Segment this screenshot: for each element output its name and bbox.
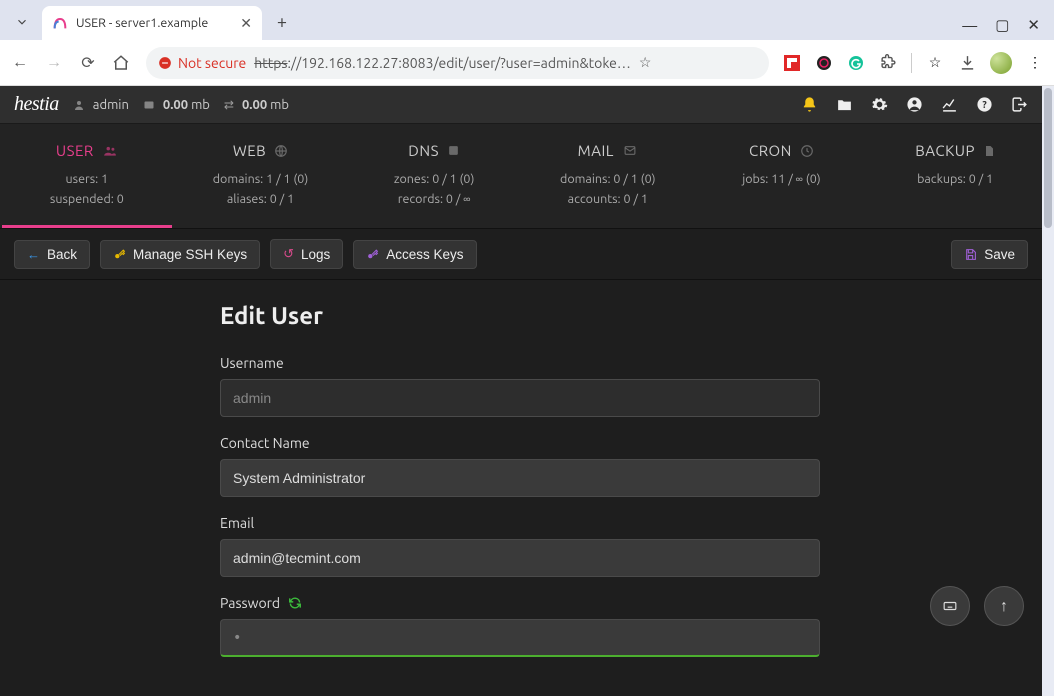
logout-icon[interactable] (1011, 96, 1028, 113)
tab-search-button[interactable] (8, 8, 36, 36)
disk-icon (143, 99, 155, 111)
gear-icon[interactable] (871, 96, 888, 113)
back-action-button[interactable]: ← Back (14, 240, 90, 269)
scrollbar[interactable] (1042, 86, 1054, 696)
clock-icon (800, 144, 814, 158)
help-icon[interactable]: ? (976, 96, 993, 113)
arrow-left-icon: ← (27, 247, 40, 262)
tab-mail[interactable]: MAIL domains: 0 / 1 (0)accounts: 0 / 1 (523, 136, 693, 228)
maximize-button[interactable]: ▢ (995, 16, 1009, 34)
scrollbar-thumb[interactable] (1044, 88, 1052, 228)
insecure-badge[interactable]: Not secure (158, 55, 246, 71)
stats-icon[interactable] (941, 96, 958, 113)
tab-web[interactable]: WEB domains: 1 / 1 (0)aliases: 0 / 1 (175, 136, 345, 228)
profile-avatar[interactable] (990, 52, 1012, 74)
action-bar: ← Back Manage SSH Keys ↺ Logs Access Key… (0, 229, 1042, 280)
page-title: Edit User (220, 302, 820, 329)
mail-icon (622, 144, 638, 157)
bell-icon[interactable] (801, 96, 818, 113)
files-icon[interactable] (836, 96, 853, 113)
circle-ext-icon[interactable] (815, 54, 833, 72)
favicon-icon (52, 15, 68, 31)
minimize-button[interactable]: — (962, 17, 977, 34)
tab-backup[interactable]: BACKUP backups: 0 / 1 (870, 136, 1040, 228)
tab-title: USER - server1.example (76, 16, 232, 30)
tab-user[interactable]: USER users: 1suspended: 0 (2, 136, 172, 228)
disk-usage: 0.00 mb (143, 98, 210, 112)
home-button[interactable] (112, 54, 132, 72)
tab-cron[interactable]: CRON jobs: 11 / ∞ (0) (696, 136, 866, 228)
menu-icon[interactable]: ⋮ (1026, 54, 1044, 72)
bandwidth-usage: ⇄ 0.00 mb (224, 98, 289, 112)
scroll-top-button[interactable]: ↑ (984, 586, 1024, 626)
save-icon (964, 248, 977, 261)
password-input[interactable] (220, 619, 820, 657)
extensions-icon[interactable] (879, 54, 897, 72)
bookmark-star-icon[interactable]: ☆ (639, 54, 652, 71)
account-icon[interactable] (906, 96, 923, 113)
close-tab-icon[interactable]: ✕ (240, 15, 252, 32)
transfer-icon: ⇄ (224, 98, 234, 112)
back-button[interactable]: ← (10, 53, 30, 72)
save-button[interactable]: Save (951, 240, 1028, 269)
logs-button[interactable]: ↺ Logs (270, 239, 343, 269)
grammarly-ext-icon[interactable] (847, 54, 865, 72)
close-window-button[interactable]: ✕ (1027, 16, 1040, 34)
hestia-app: hestia admin 0.00 mb ⇄ 0.00 mb (0, 86, 1054, 696)
contact-name-label: Contact Name (220, 435, 820, 451)
hestia-logo[interactable]: hestia (14, 93, 59, 116)
svg-text:?: ? (982, 99, 987, 110)
reload-button[interactable]: ⟳ (78, 53, 98, 72)
window-controls: — ▢ ✕ (962, 16, 1040, 34)
history-icon: ↺ (283, 246, 294, 262)
access-keys-button[interactable]: Access Keys (353, 240, 476, 269)
browser-tab-strip: USER - server1.example ✕ + — ▢ ✕ (0, 0, 1054, 40)
new-tab-button[interactable]: + (268, 8, 296, 36)
dns-icon (447, 144, 460, 157)
url-text: https://192.168.122.27:8083/edit/user/?u… (254, 55, 631, 71)
refresh-icon[interactable] (288, 596, 302, 610)
logged-user[interactable]: admin (73, 98, 129, 112)
password-label: Password (220, 595, 280, 611)
email-input[interactable] (220, 539, 820, 577)
globe-icon (274, 144, 288, 158)
file-icon (983, 144, 995, 158)
content-area: Edit User Username Contact Name Email Pa… (0, 280, 1042, 696)
key-purple-icon (366, 248, 379, 261)
browser-toolbar: ← → ⟳ Not secure https://192.168.122.27:… (0, 40, 1054, 86)
address-bar[interactable]: Not secure https://192.168.122.27:8083/e… (146, 47, 769, 79)
contact-name-input[interactable] (220, 459, 820, 497)
keyboard-shortcuts-button[interactable] (930, 586, 970, 626)
flipboard-ext-icon[interactable] (783, 54, 801, 72)
manage-ssh-keys-button[interactable]: Manage SSH Keys (100, 240, 260, 269)
section-tabs: USER users: 1suspended: 0 WEB domains: 1… (0, 124, 1042, 229)
app-topbar: hestia admin 0.00 mb ⇄ 0.00 mb (0, 86, 1042, 124)
browser-tab-active[interactable]: USER - server1.example ✕ (42, 6, 262, 40)
username-label: Username (220, 355, 820, 371)
user-icon (73, 99, 85, 111)
forward-button[interactable]: → (44, 53, 64, 72)
bookmark-outline-icon[interactable]: ☆ (926, 54, 944, 72)
users-icon (102, 144, 118, 158)
downloads-icon[interactable] (958, 54, 976, 72)
tab-dns[interactable]: DNS zones: 0 / 1 (0)records: 0 / ∞ (349, 136, 519, 228)
username-input (220, 379, 820, 417)
email-label: Email (220, 515, 820, 531)
key-icon (113, 248, 126, 261)
